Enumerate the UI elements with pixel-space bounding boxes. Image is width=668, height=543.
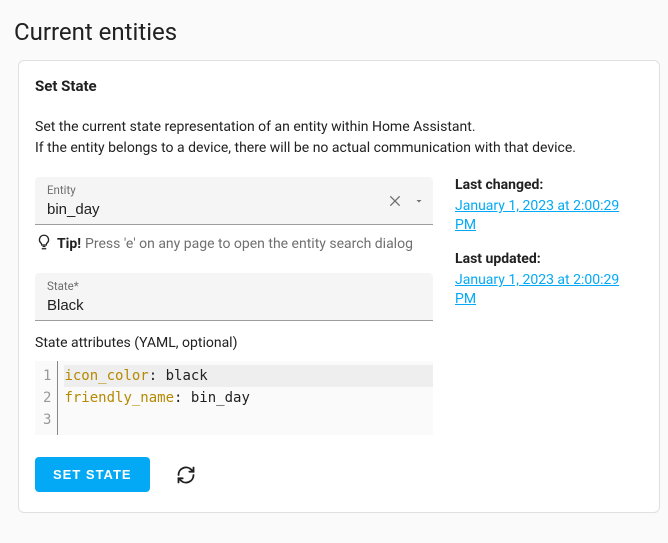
entity-input[interactable] xyxy=(47,201,421,218)
tip-row: Tip! Press 'e' on any page to open the e… xyxy=(35,233,433,255)
set-state-button[interactable]: SET STATE xyxy=(35,457,150,492)
card-title: Set State xyxy=(35,77,643,95)
tip-label: Tip! xyxy=(57,236,81,252)
last-updated-link[interactable]: January 1, 2023 at 2:00:29 PM xyxy=(455,272,619,307)
refresh-button[interactable] xyxy=(172,461,200,489)
yaml-editor[interactable]: 1 2 3 icon_color: black friendly_name: b… xyxy=(35,361,433,435)
entity-label: Entity xyxy=(47,183,421,197)
refresh-icon xyxy=(176,465,196,485)
clear-icon[interactable] xyxy=(387,193,403,209)
card-description: Set the current state representation of … xyxy=(35,117,643,159)
entity-field[interactable]: Entity xyxy=(35,177,433,225)
last-updated-label: Last updated: xyxy=(455,251,643,267)
set-state-card: Set State Set the current state represen… xyxy=(18,60,660,513)
state-input[interactable] xyxy=(47,297,421,314)
state-label: State* xyxy=(47,279,421,293)
attributes-label: State attributes (YAML, optional) xyxy=(35,335,433,351)
description-line-2: If the entity belongs to a device, there… xyxy=(35,138,643,159)
last-changed-label: Last changed: xyxy=(455,177,643,193)
gutter: 1 2 3 xyxy=(35,361,58,435)
last-changed-block: Last changed: January 1, 2023 at 2:00:29… xyxy=(455,177,643,233)
code-line: icon_color: black xyxy=(64,365,433,387)
code-lines[interactable]: icon_color: black friendly_name: bin_day xyxy=(58,361,433,435)
description-line-1: Set the current state representation of … xyxy=(35,117,643,138)
page-title: Current entities xyxy=(0,0,668,60)
tip-text: Press 'e' on any page to open the entity… xyxy=(85,236,413,252)
line-number: 1 xyxy=(43,365,51,387)
code-line xyxy=(64,409,433,431)
lightbulb-icon xyxy=(35,233,53,255)
line-number: 2 xyxy=(43,387,51,409)
last-changed-link[interactable]: January 1, 2023 at 2:00:29 PM xyxy=(455,198,619,233)
code-line: friendly_name: bin_day xyxy=(64,387,433,409)
last-updated-block: Last updated: January 1, 2023 at 2:00:29… xyxy=(455,251,643,307)
state-field[interactable]: State* xyxy=(35,273,433,321)
line-number: 3 xyxy=(43,409,51,431)
chevron-down-icon[interactable] xyxy=(413,195,425,207)
